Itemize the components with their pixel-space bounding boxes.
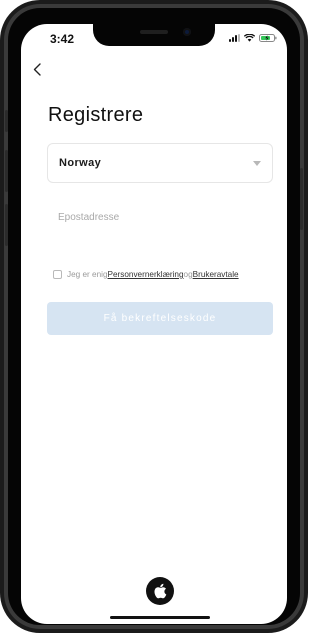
status-icons — [229, 33, 277, 43]
volume-up-button — [5, 150, 8, 192]
agreement-joiner: og — [183, 270, 193, 279]
country-select[interactable]: Norway — [47, 143, 273, 183]
country-select-value: Norway — [59, 157, 102, 169]
battery-charging-icon — [259, 34, 277, 42]
power-button — [300, 168, 303, 230]
page-title: Registrere — [48, 104, 144, 126]
home-indicator[interactable] — [110, 616, 210, 619]
user-agreement-link[interactable]: Brukeravtale — [193, 270, 239, 279]
notch — [93, 24, 215, 46]
front-camera — [183, 28, 191, 36]
agreement-prefix: Jeg er enig — [67, 270, 108, 279]
earpiece-speaker — [140, 30, 168, 34]
agreement-checkbox[interactable] — [53, 270, 62, 279]
app-screen: 3:42 Registrere Norway Jeg er enig Perso… — [21, 24, 287, 624]
chevron-down-icon — [253, 161, 261, 166]
apple-logo-icon — [154, 583, 167, 599]
agreement-row: Jeg er enig Personvernerklæring og Bruke… — [53, 270, 239, 279]
volume-down-button — [5, 204, 8, 246]
privacy-policy-link[interactable]: Personvernerklæring — [108, 270, 184, 279]
email-field[interactable] — [47, 204, 273, 230]
cellular-signal-icon — [229, 34, 240, 42]
get-verification-code-button[interactable]: Få bekreftelseskode — [47, 302, 273, 335]
wifi-icon — [244, 34, 255, 42]
status-time: 3:42 — [50, 32, 75, 46]
mute-switch — [5, 110, 8, 132]
back-button[interactable] — [29, 60, 45, 78]
chevron-left-icon — [33, 62, 41, 76]
sign-in-with-apple-button[interactable] — [146, 577, 174, 605]
